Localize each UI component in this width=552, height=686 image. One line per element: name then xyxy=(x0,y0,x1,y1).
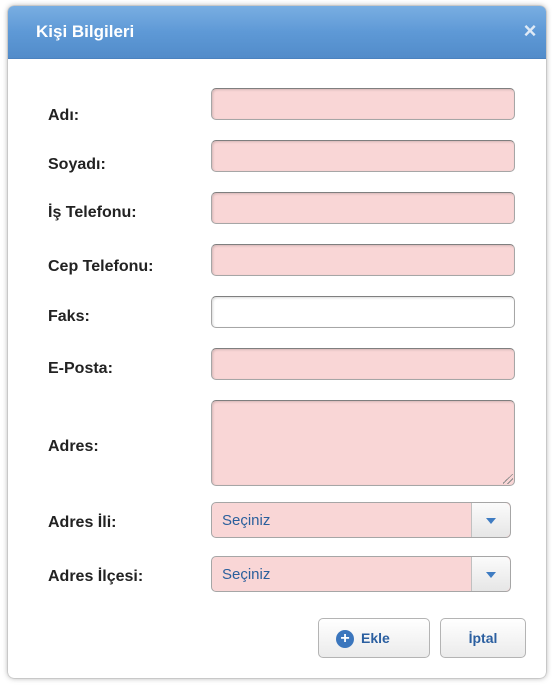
adres-field xyxy=(211,400,515,486)
is-telefonu-input[interactable] xyxy=(211,192,515,224)
ekle-button[interactable]: + Ekle xyxy=(318,618,430,658)
adres-ili-value: Seçiniz xyxy=(222,512,271,529)
cep-telefonu-input[interactable] xyxy=(211,244,515,276)
adi-input[interactable] xyxy=(211,88,515,120)
faks-input[interactable] xyxy=(211,296,515,328)
adres-ili-label: Adres İli: xyxy=(48,514,117,531)
contact-dialog: Kişi Bilgileri × Adı: Soyadı: İş Telefon… xyxy=(8,6,546,678)
adres-textarea[interactable] xyxy=(211,400,515,486)
adres-ili-dropdown-button[interactable] xyxy=(471,503,510,537)
adres-ili-select[interactable]: Seçiniz xyxy=(211,502,511,538)
is-telefonu-label: İş Telefonu: xyxy=(48,204,137,221)
adres-ilcesi-value: Seçiniz xyxy=(222,566,271,583)
chevron-down-icon xyxy=(486,572,496,578)
adres-ilcesi-label: Adres İlçesi: xyxy=(48,568,144,585)
adres-label: Adres: xyxy=(48,438,99,455)
plus-circle-icon: + xyxy=(336,630,354,648)
cep-telefonu-label: Cep Telefonu: xyxy=(48,258,154,275)
adi-label: Adı: xyxy=(48,107,80,124)
chevron-down-icon xyxy=(486,518,496,524)
soyadi-label: Soyadı: xyxy=(48,156,106,173)
adres-ilcesi-dropdown-button[interactable] xyxy=(471,557,510,591)
eposta-input[interactable] xyxy=(211,348,515,380)
faks-label: Faks: xyxy=(48,308,90,325)
adres-ilcesi-select[interactable]: Seçiniz xyxy=(211,556,511,592)
dialog-titlebar[interactable]: Kişi Bilgileri × xyxy=(8,6,546,59)
dialog-title: Kişi Bilgileri xyxy=(36,22,135,41)
iptal-button-label: İptal xyxy=(468,630,498,646)
ekle-button-label: Ekle xyxy=(361,630,390,646)
close-icon[interactable]: × xyxy=(516,17,544,45)
eposta-label: E-Posta: xyxy=(48,360,113,377)
iptal-button[interactable]: İptal xyxy=(440,618,526,658)
resize-grip-icon[interactable] xyxy=(503,474,513,484)
soyadi-input[interactable] xyxy=(211,140,515,172)
